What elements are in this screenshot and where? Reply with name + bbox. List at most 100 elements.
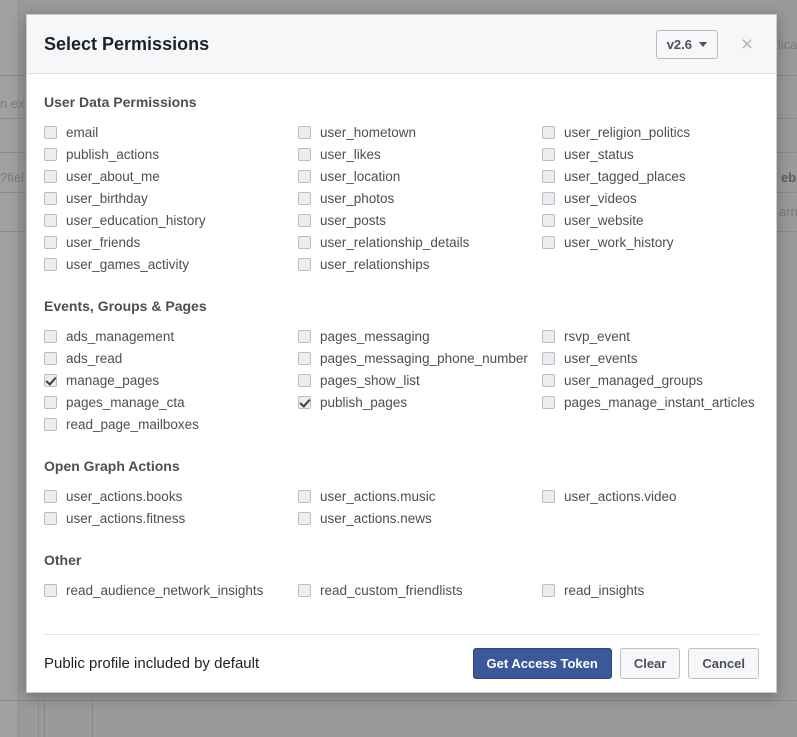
- checkbox-icon[interactable]: [542, 395, 555, 409]
- permission-item[interactable]: user_tagged_places: [542, 165, 759, 187]
- permission-item[interactable]: user_actions.video: [542, 485, 759, 507]
- checkbox-checked-icon[interactable]: [298, 395, 311, 409]
- permission-item[interactable]: user_work_history: [542, 231, 759, 253]
- permission-item[interactable]: rsvp_event: [542, 325, 759, 347]
- permission-item[interactable]: publish_actions: [44, 143, 298, 165]
- permission-label: user_photos: [320, 190, 395, 206]
- permission-grid: read_audience_network_insights read_custo…: [44, 579, 759, 601]
- permission-label: read_custom_friendlists: [320, 582, 463, 598]
- permission-item[interactable]: user_relationships: [298, 253, 542, 275]
- permission-item[interactable]: user_actions.books: [44, 485, 298, 507]
- permission-item[interactable]: user_events: [542, 347, 759, 369]
- permission-item[interactable]: user_likes: [298, 143, 542, 165]
- checkbox-icon[interactable]: [298, 257, 311, 271]
- permission-item[interactable]: pages_show_list: [298, 369, 542, 391]
- permission-item[interactable]: pages_manage_cta: [44, 391, 298, 413]
- get-access-token-button[interactable]: Get Access Token: [472, 648, 612, 679]
- checkbox-icon[interactable]: [44, 257, 57, 271]
- permission-item[interactable]: user_religion_politics: [542, 121, 759, 143]
- checkbox-icon[interactable]: [298, 125, 311, 139]
- permission-item[interactable]: user_status: [542, 143, 759, 165]
- permission-item[interactable]: user_videos: [542, 187, 759, 209]
- permission-item[interactable]: manage_pages: [44, 369, 298, 391]
- permission-item[interactable]: user_posts: [298, 209, 542, 231]
- checkbox-icon[interactable]: [298, 511, 311, 525]
- checkbox-icon[interactable]: [44, 583, 57, 597]
- permission-item[interactable]: read_audience_network_insights: [44, 579, 298, 601]
- checkbox-icon[interactable]: [542, 169, 555, 183]
- checkbox-icon[interactable]: [44, 191, 57, 205]
- background-text: n ex: [0, 96, 25, 111]
- api-version-select[interactable]: v2.6: [655, 29, 718, 59]
- permission-item[interactable]: email: [44, 121, 298, 143]
- checkbox-icon[interactable]: [44, 511, 57, 525]
- checkbox-icon[interactable]: [542, 351, 555, 365]
- background-rule-vertical: [44, 700, 45, 737]
- checkbox-icon[interactable]: [298, 489, 311, 503]
- checkbox-icon[interactable]: [298, 329, 311, 343]
- permission-column: user_actions.video: [542, 485, 759, 529]
- permission-item[interactable]: user_actions.music: [298, 485, 542, 507]
- permission-column: email publish_actions user_about_me user_bi…: [44, 121, 298, 275]
- checkbox-icon[interactable]: [44, 213, 57, 227]
- section-title: Events, Groups & Pages: [44, 298, 207, 314]
- permission-item[interactable]: user_relationship_details: [298, 231, 542, 253]
- permission-label: user_relationship_details: [320, 234, 470, 250]
- close-icon[interactable]: ×: [732, 29, 762, 59]
- permission-column: user_actions.music user_actions.news: [298, 485, 542, 529]
- permission-item[interactable]: user_location: [298, 165, 542, 187]
- permission-item[interactable]: read_custom_friendlists: [298, 579, 542, 601]
- permission-item[interactable]: read_page_mailboxes: [44, 413, 298, 435]
- clear-button[interactable]: Clear: [619, 648, 681, 679]
- permission-item[interactable]: user_about_me: [44, 165, 298, 187]
- checkbox-icon[interactable]: [44, 329, 57, 343]
- permission-label: email: [66, 124, 99, 140]
- permission-item[interactable]: user_managed_groups: [542, 369, 759, 391]
- checkbox-icon[interactable]: [298, 213, 311, 227]
- checkbox-checked-icon[interactable]: [44, 373, 57, 387]
- permission-item[interactable]: user_education_history: [44, 209, 298, 231]
- cancel-button[interactable]: Cancel: [688, 648, 759, 679]
- checkbox-icon[interactable]: [542, 125, 555, 139]
- checkbox-icon[interactable]: [44, 351, 57, 365]
- checkbox-icon[interactable]: [298, 583, 311, 597]
- permission-item[interactable]: ads_management: [44, 325, 298, 347]
- permission-item[interactable]: user_games_activity: [44, 253, 298, 275]
- permission-item[interactable]: ads_read: [44, 347, 298, 369]
- checkbox-icon[interactable]: [542, 191, 555, 205]
- checkbox-icon[interactable]: [44, 417, 57, 431]
- permission-label: publish_pages: [320, 394, 408, 410]
- permission-item[interactable]: user_birthday: [44, 187, 298, 209]
- permission-item[interactable]: read_insights: [542, 579, 759, 601]
- checkbox-icon[interactable]: [542, 489, 555, 503]
- checkbox-icon[interactable]: [44, 489, 57, 503]
- checkbox-icon[interactable]: [298, 169, 311, 183]
- checkbox-icon[interactable]: [542, 235, 555, 249]
- permission-item[interactable]: publish_pages: [298, 391, 542, 413]
- checkbox-icon[interactable]: [44, 169, 57, 183]
- checkbox-icon[interactable]: [542, 583, 555, 597]
- permission-item[interactable]: user_actions.news: [298, 507, 542, 529]
- permission-item[interactable]: user_actions.fitness: [44, 507, 298, 529]
- checkbox-icon[interactable]: [44, 395, 57, 409]
- checkbox-icon[interactable]: [298, 235, 311, 249]
- checkbox-icon[interactable]: [298, 147, 311, 161]
- permission-item[interactable]: user_friends: [44, 231, 298, 253]
- checkbox-icon[interactable]: [542, 373, 555, 387]
- permission-item[interactable]: user_photos: [298, 187, 542, 209]
- permission-item[interactable]: user_website: [542, 209, 759, 231]
- checkbox-icon[interactable]: [44, 235, 57, 249]
- checkbox-icon[interactable]: [44, 125, 57, 139]
- checkbox-icon[interactable]: [298, 351, 311, 365]
- checkbox-icon[interactable]: [298, 373, 311, 387]
- checkbox-icon[interactable]: [542, 329, 555, 343]
- checkbox-icon[interactable]: [542, 213, 555, 227]
- permission-item[interactable]: pages_messaging_phone_number: [298, 347, 542, 369]
- checkbox-icon[interactable]: [298, 191, 311, 205]
- checkbox-icon[interactable]: [542, 147, 555, 161]
- permission-item[interactable]: user_hometown: [298, 121, 542, 143]
- checkbox-icon[interactable]: [44, 147, 57, 161]
- permission-item[interactable]: pages_messaging: [298, 325, 542, 347]
- permission-item[interactable]: pages_manage_instant_articles: [542, 391, 759, 413]
- permission-label: user_likes: [320, 146, 381, 162]
